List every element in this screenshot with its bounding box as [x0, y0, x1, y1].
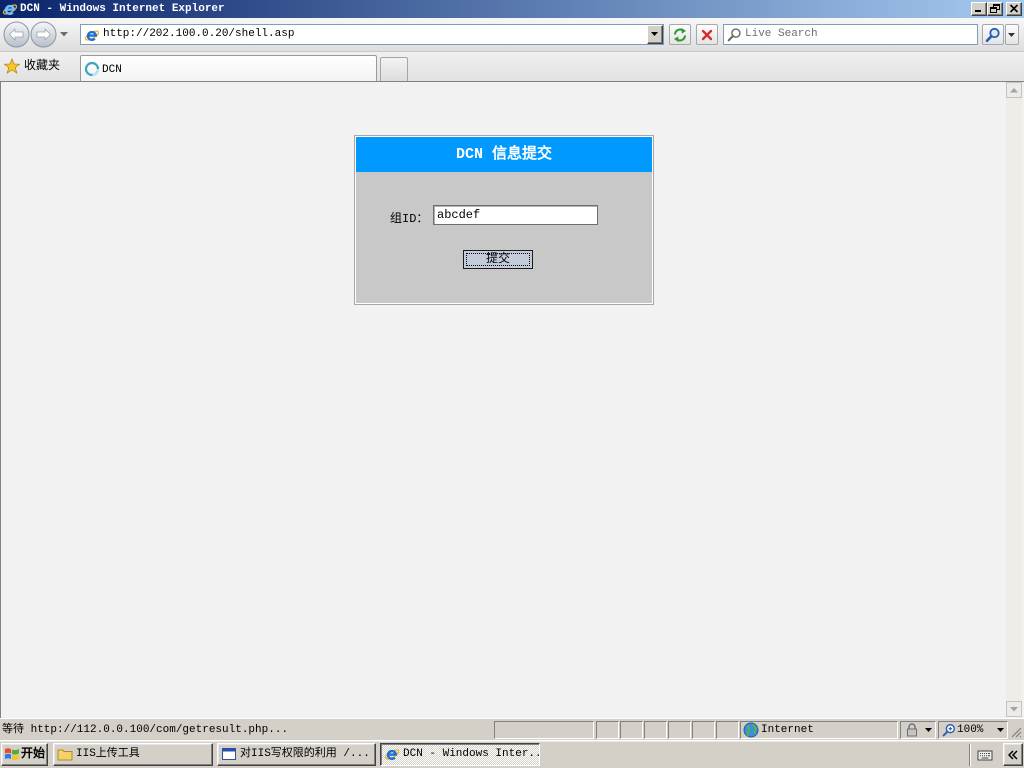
chevron-down-icon [651, 32, 658, 36]
address-history-dropdown[interactable] [647, 25, 663, 44]
progress-panel [494, 721, 594, 739]
close-icon [1009, 4, 1019, 13]
star-icon [4, 58, 20, 74]
arrow-down-icon [1010, 707, 1018, 712]
scroll-up-button[interactable] [1006, 82, 1022, 98]
zoom-level: 100% [957, 724, 984, 736]
stop-button[interactable] [696, 24, 718, 45]
resize-grip-icon[interactable] [1010, 726, 1022, 738]
globe-icon [743, 722, 759, 738]
arrow-up-icon [1010, 88, 1018, 93]
group-id-label: 组ID： [390, 212, 429, 226]
back-arrow-icon [3, 21, 30, 48]
protected-mode-button[interactable] [900, 721, 936, 739]
search-button[interactable] [982, 24, 1004, 45]
restore-button[interactable] [987, 2, 1003, 16]
search-icon [985, 27, 1000, 43]
recent-pages-dropdown[interactable] [60, 32, 70, 39]
back-button[interactable] [3, 21, 30, 48]
zoom-button[interactable]: 100% [938, 721, 1008, 739]
new-tab-button[interactable] [380, 57, 408, 82]
favorites-button[interactable]: 收藏夹 [0, 54, 70, 80]
status-panel [692, 721, 715, 739]
status-message: 等待 http://112.0.0.100/com/getresult.php.… [2, 724, 289, 736]
forward-button[interactable] [30, 21, 57, 48]
page-icon [84, 27, 100, 43]
vertical-scrollbar[interactable] [1006, 82, 1022, 717]
search-options-dropdown[interactable] [1005, 24, 1019, 45]
address-input[interactable] [103, 27, 643, 42]
status-panel [620, 721, 643, 739]
loading-icon [84, 61, 100, 77]
taskbar: 开始 IIS上传工具 对IIS写权限的利用 /... DCN - Windows… [0, 740, 1024, 768]
task-label: DCN - Windows Inter... [403, 748, 540, 760]
chevron-down-icon [60, 32, 68, 37]
refresh-button[interactable] [669, 24, 691, 45]
navigation-bar [0, 18, 1024, 51]
restore-icon [990, 4, 1000, 13]
windows-flag-icon [4, 746, 20, 762]
chevron-down-icon [925, 728, 932, 732]
tab-label: DCN [102, 64, 122, 76]
status-panel [716, 721, 739, 739]
address-bar [80, 24, 664, 45]
start-button[interactable]: 开始 [1, 743, 48, 766]
search-box [723, 24, 978, 45]
lock-icon [904, 722, 920, 738]
close-button[interactable] [1006, 2, 1022, 16]
submit-button[interactable]: 提交 [463, 250, 533, 269]
refresh-icon [674, 28, 686, 42]
zoom-icon [942, 723, 956, 737]
chevron-down-icon [997, 728, 1004, 732]
submit-button-label: 提交 [485, 252, 510, 266]
taskbar-button-dcn-ie[interactable]: DCN - Windows Inter... [380, 743, 540, 766]
folder-icon [57, 746, 73, 762]
title-bar: DCN - Windows Internet Explorer [0, 0, 1024, 18]
group-id-input[interactable] [433, 205, 598, 225]
minimize-button[interactable] [971, 2, 987, 16]
search-icon [727, 27, 742, 42]
info-submit-form: DCN 信息提交 组ID： 提交 [354, 135, 654, 305]
form-title: DCN 信息提交 [356, 137, 652, 172]
show-hidden-icons-button[interactable] [1003, 743, 1023, 766]
window-title: DCN - Windows Internet Explorer [20, 3, 225, 15]
taskbar-button-iis-write-permission[interactable]: 对IIS写权限的利用 /... [217, 743, 376, 766]
keyboard-icon[interactable] [977, 747, 993, 763]
search-input[interactable] [745, 27, 973, 42]
page-content: DCN 信息提交 组ID： 提交 [0, 81, 1024, 718]
scroll-down-button[interactable] [1006, 701, 1022, 717]
security-zone-panel[interactable]: Internet [740, 721, 898, 739]
taskbar-button-iis-upload-tool[interactable]: IIS上传工具 [53, 743, 213, 766]
task-label: 对IIS写权限的利用 /... [240, 748, 370, 760]
form-body: 组ID： 提交 [356, 172, 652, 303]
start-label: 开始 [21, 747, 46, 761]
double-chevron-left-icon [1008, 750, 1018, 760]
task-label: IIS上传工具 [76, 748, 140, 760]
zone-label: Internet [761, 724, 814, 736]
status-panel [596, 721, 619, 739]
favorites-label: 收藏夹 [24, 59, 61, 73]
chevron-down-icon [1008, 33, 1015, 37]
favorites-tab-bar: 收藏夹 DCN [0, 51, 1024, 82]
internet-explorer-icon [2, 1, 18, 17]
status-panel [644, 721, 667, 739]
status-panel [668, 721, 691, 739]
minimize-icon [975, 10, 981, 12]
internet-explorer-icon [384, 746, 400, 762]
stop-icon [701, 29, 713, 41]
window-icon [221, 746, 237, 762]
tab-dcn[interactable]: DCN [80, 55, 377, 82]
tray-separator [969, 744, 971, 766]
status-bar: 等待 http://112.0.0.100/com/getresult.php.… [0, 718, 1024, 740]
forward-arrow-icon [30, 21, 57, 48]
